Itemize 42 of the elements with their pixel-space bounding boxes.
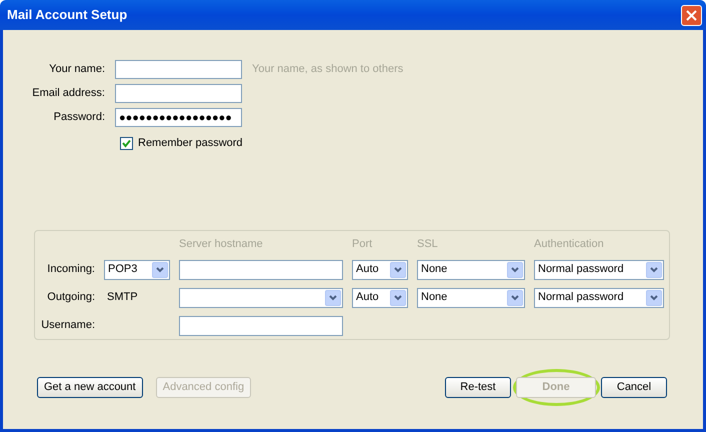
hostname-combobox[interactable] — [179, 288, 343, 308]
window-title: Mail Account Setup — [7, 6, 128, 24]
input-field[interactable] — [115, 84, 242, 103]
button[interactable]: Re-test — [445, 376, 511, 398]
protocol-dropdown[interactable]: POP3 — [104, 260, 170, 280]
chevron-down-icon — [511, 266, 519, 272]
chevron-down-icon — [511, 294, 519, 300]
protocol-text: SMTP — [106, 290, 139, 306]
chevron-down-icon — [394, 266, 402, 272]
button[interactable]: Cancel — [601, 376, 667, 398]
hostname-field[interactable] — [179, 260, 343, 280]
chevron-down-icon — [650, 294, 658, 300]
chevron-down-icon — [394, 294, 402, 300]
input-field[interactable]: ●●●●●●●●●●●●●●●●● — [115, 108, 242, 127]
row-label: Incoming: — [46, 262, 95, 278]
port-dropdown[interactable]: Auto — [352, 260, 408, 280]
column-header: Port — [352, 236, 374, 252]
column-header: Server hostname — [179, 236, 264, 252]
column-header: Authentication — [534, 236, 605, 252]
hint-text: Your name, as shown to others — [252, 62, 404, 78]
field-label: Email address: — [31, 86, 105, 102]
authentication-dropdown[interactable]: Normal password — [534, 288, 664, 308]
field-label: Password: — [52, 110, 105, 126]
ssl-dropdown[interactable]: None — [417, 260, 525, 280]
row-label: Username: — [40, 318, 95, 334]
check-icon — [122, 138, 131, 148]
input-field[interactable] — [115, 60, 242, 79]
chevron-down-icon — [156, 266, 164, 272]
checkbox[interactable] — [120, 136, 133, 150]
close-button[interactable] — [681, 4, 702, 26]
close-icon — [686, 10, 697, 20]
ssl-dropdown[interactable]: None — [417, 288, 525, 308]
authentication-dropdown[interactable]: Normal password — [534, 260, 664, 280]
checkbox-label: Remember password — [138, 136, 243, 151]
username-field[interactable] — [179, 316, 343, 336]
button[interactable]: Get a new account — [37, 376, 143, 398]
field-label: Your name: — [48, 62, 105, 78]
column-header: SSL — [417, 236, 439, 252]
chevron-down-icon — [650, 266, 658, 272]
port-dropdown[interactable]: Auto — [352, 288, 408, 308]
chevron-down-icon — [329, 294, 337, 300]
row-label: Outgoing: — [46, 290, 95, 306]
